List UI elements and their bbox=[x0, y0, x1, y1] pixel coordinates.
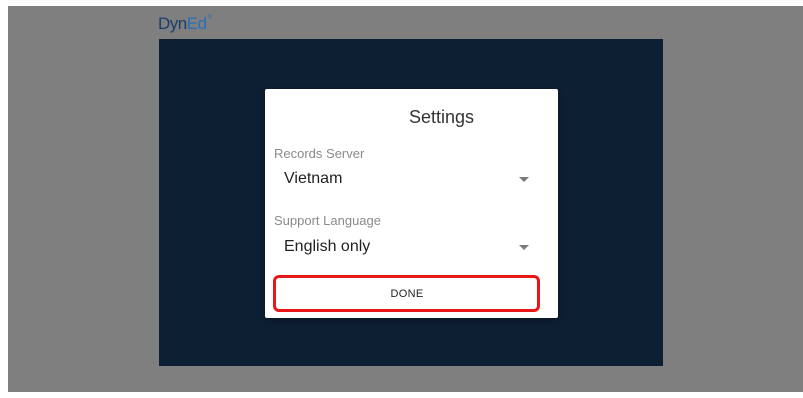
dyned-logo: Dyn Ed ® bbox=[158, 14, 212, 36]
logo-text-ed: Ed bbox=[186, 14, 207, 33]
records-server-value: Vietnam bbox=[284, 170, 343, 187]
done-button[interactable]: DONE bbox=[280, 281, 534, 306]
support-language-value: English only bbox=[284, 238, 371, 255]
records-server-label: Records Server bbox=[274, 146, 365, 161]
logo-text-dyn: Dyn bbox=[158, 14, 187, 33]
dialog-title-text: Settings bbox=[408, 107, 475, 127]
logo-trademark: ® bbox=[207, 15, 212, 21]
support-language-label: Support Language bbox=[274, 213, 381, 228]
support-language-select[interactable]: English only bbox=[274, 234, 529, 260]
records-server-select[interactable]: Vietnam bbox=[274, 166, 529, 192]
chevron-down-icon bbox=[519, 177, 529, 182]
dialog-title: Settings bbox=[265, 107, 558, 128]
chevron-down-icon bbox=[519, 245, 529, 250]
